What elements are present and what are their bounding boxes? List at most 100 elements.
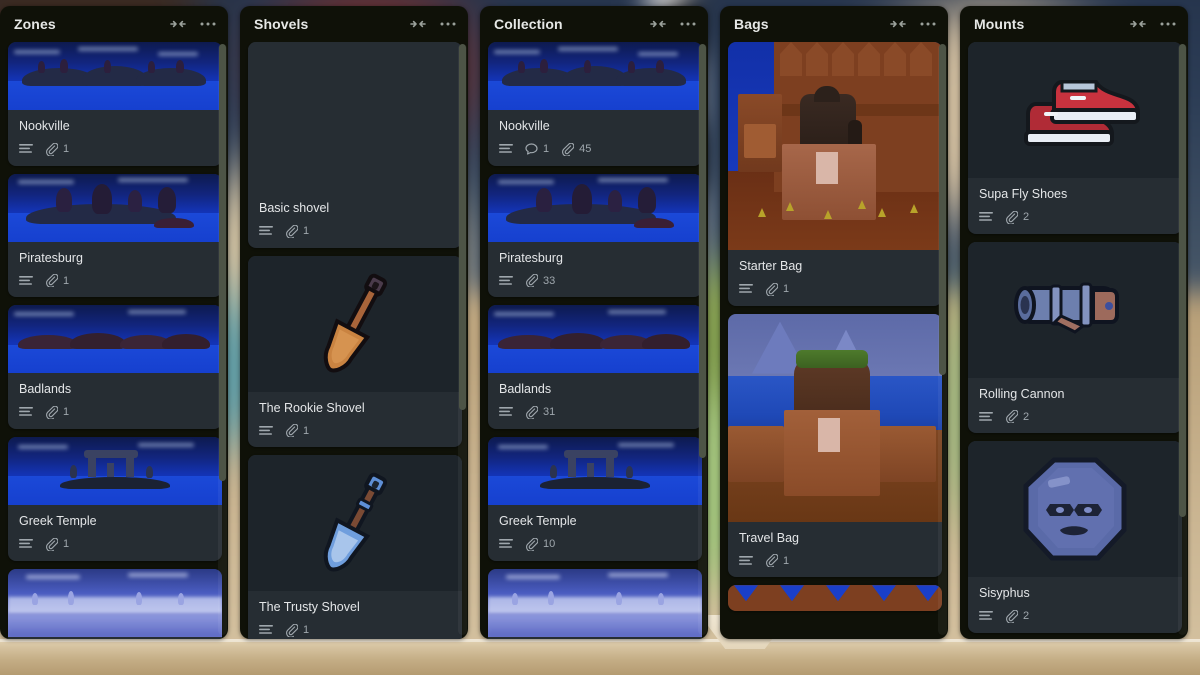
card[interactable]: Badlands 31 (488, 305, 702, 429)
comment-count: 1 (543, 143, 550, 156)
card[interactable]: Badlands 1 (8, 305, 222, 429)
description-icon (499, 275, 513, 287)
list-zones: Zones Nookville 1 Piratesburg 1 Badlands… (0, 6, 228, 639)
card[interactable]: Greek Temple 1 (8, 436, 222, 561)
list-title[interactable]: Shovels (254, 16, 400, 32)
attachment-icon (45, 142, 58, 156)
list-scrollbar-thumb[interactable] (699, 44, 706, 458)
card-badges: 2 (979, 609, 1171, 623)
card[interactable]: Supa Fly Shoes 2 (968, 42, 1182, 234)
attachment-count: 2 (1023, 211, 1030, 224)
list-title[interactable]: Mounts (974, 16, 1120, 32)
card-body: Travel Bag 1 (728, 522, 942, 578)
card[interactable]: Travel Bag 1 (728, 313, 942, 578)
card-body: Nookville 1 45 (488, 110, 702, 166)
card[interactable]: Basic shovel 1 (248, 42, 462, 248)
list-actions-ellipsis-icon[interactable] (436, 12, 460, 36)
attachment-icon (45, 274, 58, 288)
badge-description (19, 275, 33, 287)
list-scrollbar-thumb[interactable] (459, 44, 466, 411)
card[interactable]: Piratesburg 1 (8, 173, 222, 298)
card-cover-image (968, 42, 1182, 178)
card-body: Basic shovel 1 (248, 192, 462, 248)
collapse-arrows-icon[interactable] (886, 12, 910, 36)
card-peek[interactable] (728, 585, 942, 612)
card[interactable]: Nookville 1 (8, 42, 222, 166)
list-scrollbar[interactable] (698, 44, 707, 635)
card-cover-image (8, 305, 222, 374)
card[interactable]: Sisyphus 2 (968, 441, 1182, 633)
badge-attachments: 1 (285, 224, 309, 238)
card-cover-image (488, 305, 702, 374)
list-scrollbar[interactable] (1178, 44, 1187, 635)
card-list: Supa Fly Shoes 2 Rolling Cannon 2 Sisyph… (968, 42, 1182, 639)
badge-attachments: 1 (45, 274, 69, 288)
list-actions-ellipsis-icon[interactable] (916, 12, 940, 36)
card-body: Sisyphus 2 (968, 577, 1182, 633)
card-badges: 1 (19, 405, 211, 419)
attachment-icon (1005, 410, 1018, 424)
card-badges: 1 (739, 282, 931, 296)
card[interactable]: Rolling Cannon 2 (968, 241, 1182, 434)
card-badges: 1 (259, 623, 451, 637)
collapse-arrows-icon[interactable] (646, 12, 670, 36)
list-title[interactable]: Zones (14, 16, 160, 32)
card-cover-image (8, 173, 222, 242)
card-cover-image (8, 568, 222, 637)
badge-description (739, 555, 753, 567)
card-title: Nookville (19, 119, 70, 133)
card-cover-image (8, 42, 222, 110)
card-list: Nookville 1 45 Piratesburg 33 Badlands 3… (488, 42, 702, 639)
card[interactable]: The Rookie Shovel 1 (248, 255, 462, 448)
list-scrollbar-thumb[interactable] (1179, 44, 1186, 517)
list-scrollbar-thumb[interactable] (219, 44, 226, 482)
card-title: The Rookie Shovel (259, 400, 365, 415)
card-cover-image (8, 436, 222, 505)
card-list: Nookville 1 Piratesburg 1 Badlands 1 Gre… (8, 42, 222, 639)
attachment-icon (45, 537, 58, 551)
badge-attachments: 10 (525, 537, 555, 551)
kanban-board: Zones Nookville 1 Piratesburg 1 Badlands… (0, 0, 1200, 675)
list-title[interactable]: Collection (494, 16, 640, 32)
card-cover-image (488, 173, 702, 242)
list-actions-ellipsis-icon[interactable] (676, 12, 700, 36)
card-title: Starter Bag (739, 259, 803, 273)
attachment-icon (525, 405, 538, 419)
collapse-arrows-icon[interactable] (406, 12, 430, 36)
attachment-count: 1 (783, 283, 790, 296)
list-scrollbar[interactable] (458, 44, 467, 635)
list-scrollbar[interactable] (938, 44, 947, 635)
attachment-icon (561, 142, 575, 156)
attachment-icon (285, 424, 298, 438)
badge-attachments: 1 (765, 554, 790, 568)
collapse-arrows-icon[interactable] (1126, 12, 1150, 36)
card-cover-image (488, 436, 702, 505)
card[interactable]: Piratesburg 33 (488, 173, 702, 298)
badge-description (499, 143, 513, 155)
card[interactable]: Permafrost 1 (8, 568, 222, 640)
card[interactable]: Permafrost 24 (488, 568, 702, 640)
list-actions-ellipsis-icon[interactable] (196, 12, 220, 36)
badge-description (979, 411, 993, 423)
collapse-arrows-icon[interactable] (166, 12, 190, 36)
description-icon (979, 610, 993, 622)
card[interactable]: The Trusty Shovel 1 (248, 455, 462, 639)
card-body: Permafrost 1 (8, 637, 222, 640)
card[interactable]: Nookville 1 45 (488, 42, 702, 166)
card-body: Permafrost 24 (488, 637, 702, 640)
card-body: Rolling Cannon 2 (968, 378, 1182, 434)
attachment-icon (285, 623, 298, 637)
list-title[interactable]: Bags (734, 16, 880, 32)
card-badges: 2 (979, 410, 1171, 424)
card-badges: 33 (499, 274, 691, 288)
list-actions-ellipsis-icon[interactable] (1156, 12, 1180, 36)
badge-attachments: 1 (45, 142, 69, 156)
card[interactable]: Greek Temple 10 (488, 436, 702, 561)
badge-attachments: 1 (285, 424, 309, 438)
list-scrollbar[interactable] (218, 44, 227, 635)
description-icon (499, 143, 513, 155)
card[interactable]: Starter Bag 1 (728, 42, 942, 306)
list-scrollbar-thumb[interactable] (939, 44, 946, 375)
attachment-count: 1 (783, 554, 790, 567)
list-card-area: Starter Bag 1 Travel Bag 1 (720, 42, 948, 639)
